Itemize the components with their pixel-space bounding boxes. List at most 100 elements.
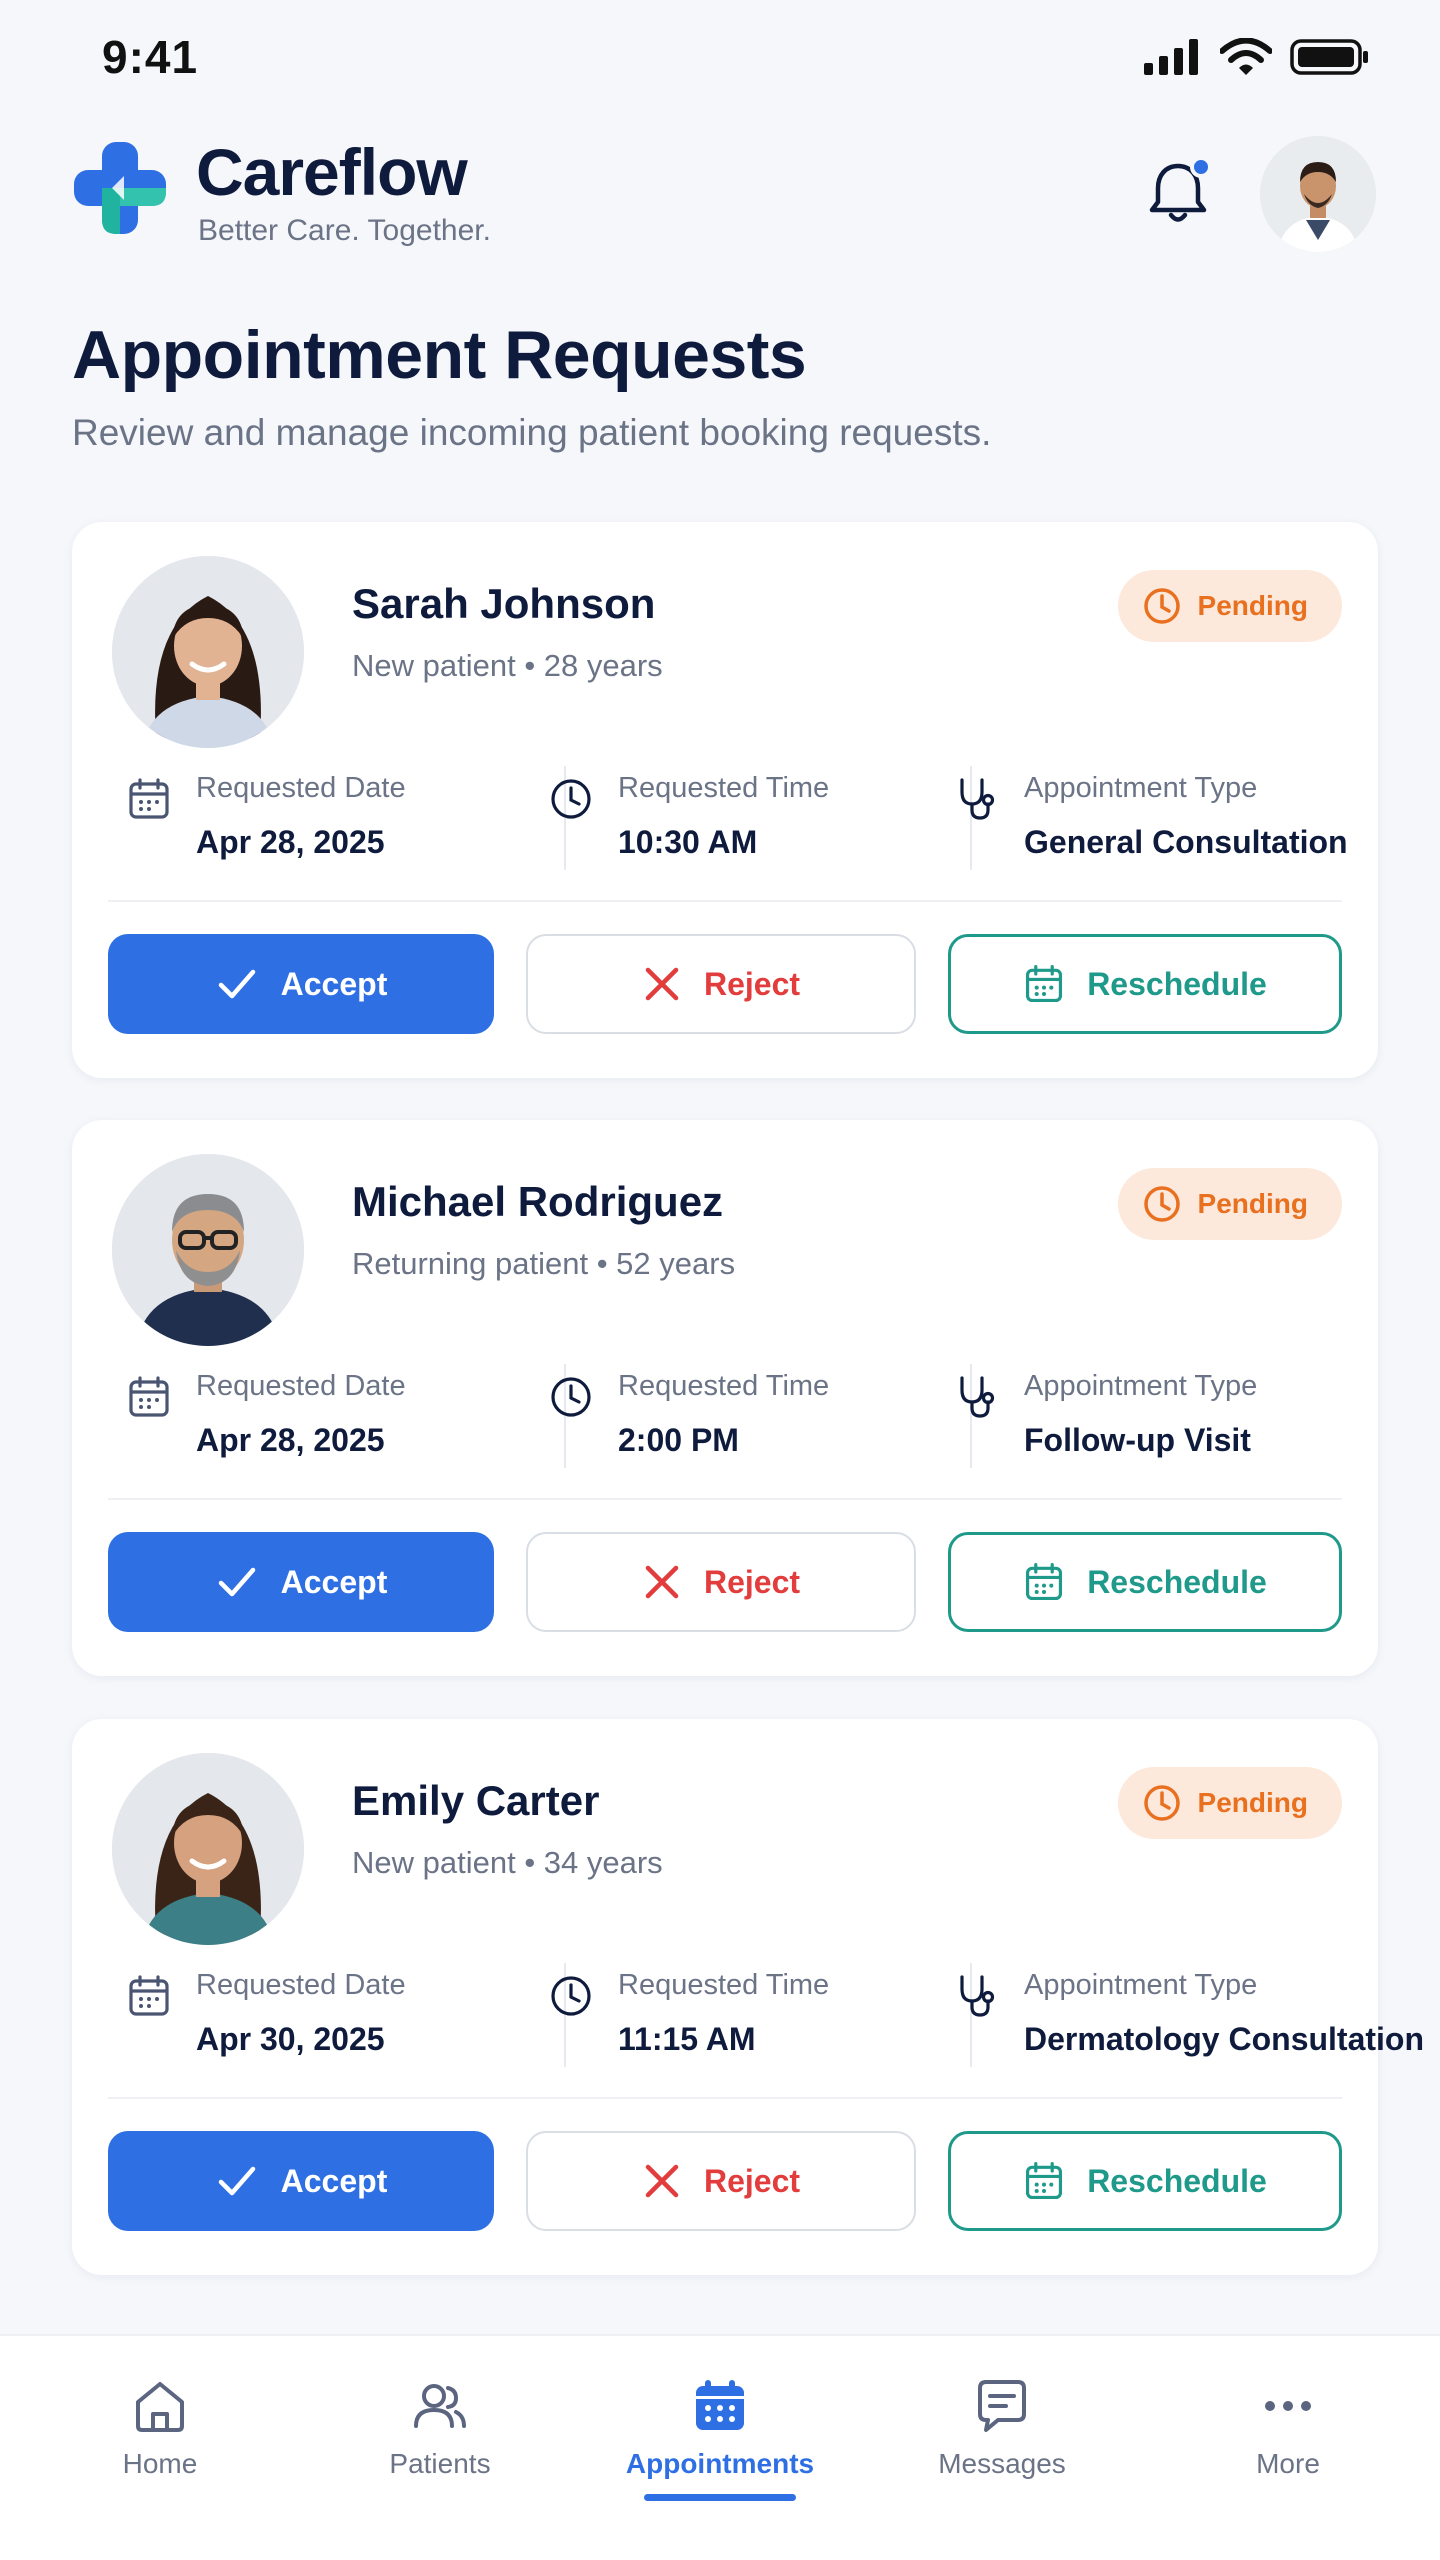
requested-time: Requested Time 11:15 AM	[530, 1959, 930, 2069]
accept-label: Accept	[280, 1563, 388, 1600]
reject-label: Reject	[703, 965, 801, 1002]
nav-label: Messages	[938, 2448, 1066, 2479]
date-label: Requested Date	[196, 772, 406, 804]
check-icon	[218, 2166, 255, 2196]
status-text: Pending	[1197, 590, 1308, 621]
status-badge: Pending	[1117, 1168, 1342, 1240]
date-label: Requested Date	[196, 1969, 406, 2001]
accept-button[interactable]: Accept	[108, 934, 494, 1034]
nav-item-home[interactable]: Home	[50, 2376, 270, 2506]
date-label: Requested Date	[196, 1370, 406, 1402]
appointment-type: Appointment Type Dermatology Consultatio…	[936, 1959, 1424, 2069]
reschedule-label: Reschedule	[1087, 1563, 1267, 1600]
type-value: Follow-up Visit	[1024, 1422, 1251, 1458]
nav-label: Home	[122, 2448, 198, 2479]
clock-icon	[1143, 588, 1180, 624]
accept-label: Accept	[280, 2162, 388, 2199]
date-value: Apr 28, 2025	[196, 1422, 385, 1458]
patient-name: Michael Rodriguez	[352, 1178, 724, 1225]
stethoscope-icon	[960, 1975, 995, 2017]
date-value: Apr 28, 2025	[196, 824, 385, 860]
time-value: 11:15 AM	[618, 2021, 756, 2057]
calendar-icon	[1026, 1563, 1063, 1601]
bottom-nav: Home Patients Appointments Messages More	[0, 2334, 1440, 2560]
reschedule-button[interactable]: Reschedule	[948, 934, 1342, 1034]
doctor-avatar[interactable]	[1260, 136, 1376, 252]
patient-meta: Returning patient • 52 years	[352, 1246, 736, 1281]
requested-date: Requested Date Apr 30, 2025	[108, 1959, 498, 2069]
calendar-icon	[129, 1975, 169, 2016]
reschedule-button[interactable]: Reschedule	[948, 2131, 1342, 2231]
nav-label: Patients	[389, 2448, 491, 2479]
requested-date: Requested Date Apr 28, 2025	[108, 1360, 498, 1470]
reject-label: Reject	[703, 1563, 801, 1600]
woman-avatar	[112, 556, 304, 748]
patient-avatar	[112, 556, 304, 748]
man-avatar	[112, 1154, 304, 1346]
more-icon	[1265, 2401, 1311, 2411]
patient-avatar	[112, 1154, 304, 1346]
reject-button[interactable]: Reject	[526, 2131, 916, 2231]
time-label: Requested Time	[618, 1969, 830, 2001]
check-icon	[218, 1567, 255, 1597]
request-card: Emily Carter New patient • 34 years Pend…	[72, 1719, 1424, 2275]
requested-time: Requested Time 10:30 AM	[530, 762, 930, 872]
message-icon	[978, 2380, 1026, 2432]
reschedule-button[interactable]: Reschedule	[948, 1532, 1342, 1632]
reschedule-label: Reschedule	[1087, 2162, 1267, 2199]
divider	[108, 1498, 1342, 1500]
patient-name: Sarah Johnson	[352, 580, 656, 627]
brand-name: Careflow	[196, 135, 468, 209]
patient-name: Emily Carter	[352, 1777, 600, 1824]
home-icon	[136, 2382, 184, 2432]
accept-button[interactable]: Accept	[108, 2131, 494, 2231]
close-icon	[645, 967, 679, 1001]
patient-meta: New patient • 34 years	[352, 1845, 663, 1880]
appointment-details: Requested Date Apr 30, 2025 Requested Ti…	[108, 1959, 1424, 2069]
time-value: 2:00 PM	[618, 1422, 739, 1458]
date-value: Apr 30, 2025	[196, 2021, 385, 2057]
nav-item-patients[interactable]: Patients	[330, 2376, 550, 2506]
nav-item-more[interactable]: More	[1178, 2376, 1398, 2506]
app-header: Careflow Better Care. Together.	[72, 130, 1378, 260]
divider	[108, 900, 1342, 902]
status-bar: 9:41	[0, 0, 1440, 120]
patients-icon	[414, 2384, 466, 2428]
type-label: Appointment Type	[1024, 1370, 1258, 1402]
clock-icon	[1143, 1186, 1180, 1222]
status-badge: Pending	[1117, 1767, 1342, 1839]
nav-item-messages[interactable]: Messages	[892, 2376, 1112, 2506]
appointment-type: Appointment Type General Consultation	[936, 762, 1348, 872]
nav-label: Appointments	[625, 2448, 815, 2479]
reject-button[interactable]: Reject	[526, 1532, 916, 1632]
request-card: Michael Rodriguez Returning patient • 52…	[72, 1120, 1378, 1676]
patient-meta: New patient • 28 years	[352, 648, 663, 683]
status-text: Pending	[1197, 1188, 1308, 1219]
calendar-icon	[1026, 965, 1063, 1003]
woman-avatar	[112, 1753, 304, 1945]
status-time: 9:41	[102, 31, 199, 83]
reject-label: Reject	[703, 2162, 801, 2199]
page-title: Appointment Requests	[72, 317, 807, 393]
battery-icon	[1290, 39, 1368, 75]
nav-item-appointments[interactable]: Appointments	[610, 2376, 830, 2506]
reject-button[interactable]: Reject	[526, 934, 916, 1034]
nav-label: More	[1256, 2448, 1320, 2479]
accept-button[interactable]: Accept	[108, 1532, 494, 1632]
page-subtitle: Review and manage incoming patient booki…	[72, 412, 992, 453]
divider	[108, 2097, 1342, 2099]
calendar-icon	[129, 778, 169, 819]
clock-icon	[551, 779, 591, 819]
type-value: Dermatology Consultation	[1024, 2021, 1425, 2057]
time-label: Requested Time	[618, 1370, 830, 1402]
appointment-type: Appointment Type Follow-up Visit	[936, 1360, 1346, 1470]
reschedule-label: Reschedule	[1087, 965, 1267, 1002]
time-value: 10:30 AM	[618, 824, 758, 860]
stethoscope-icon	[960, 778, 995, 820]
requested-date: Requested Date Apr 28, 2025	[108, 762, 498, 872]
clock-icon	[551, 1377, 591, 1417]
close-icon	[645, 2164, 679, 2198]
accept-label: Accept	[280, 965, 388, 1002]
system-icons	[1144, 38, 1370, 76]
wifi-icon	[1220, 38, 1272, 75]
